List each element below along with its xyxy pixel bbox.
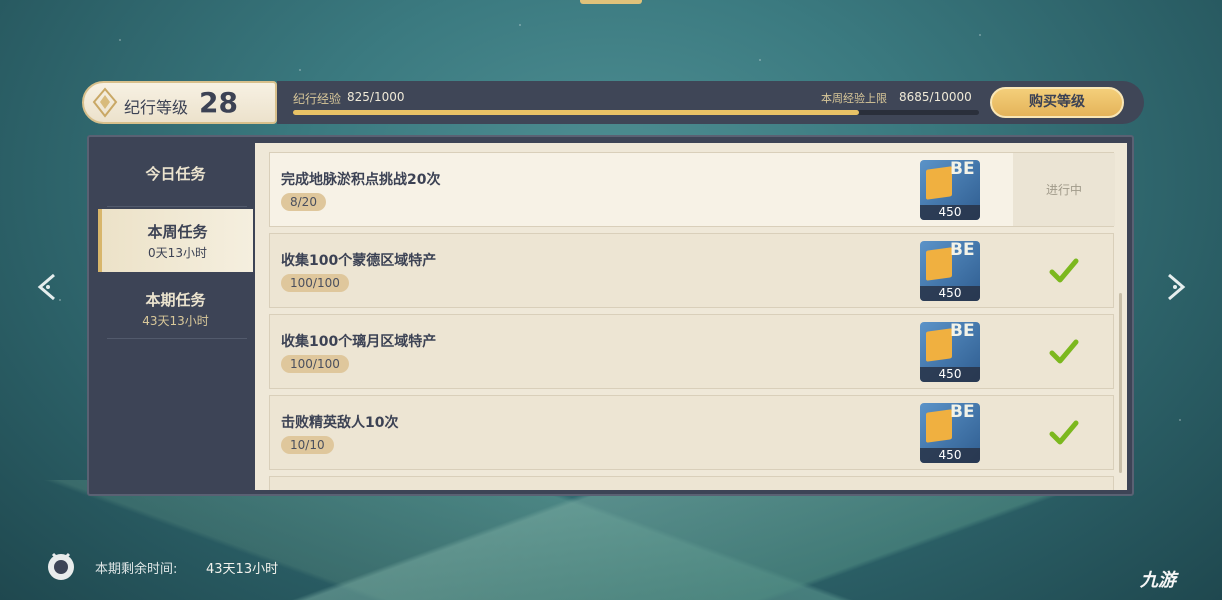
mission-status [1013,396,1115,469]
reward-amount: 450 [920,286,980,301]
exp-progress-fill [293,110,859,115]
mission-progress: 10/10 [281,436,334,454]
checkmark-icon [1049,258,1079,283]
weekly-cap-value: 8685/10000 [899,90,972,104]
exp-value: 825/1000 [347,90,405,104]
tab-divider [107,206,247,207]
battle-pass-header: 纪行等级 28 纪行经验 825/1000 本周经验上限 8685/10000 … [82,81,1144,124]
next-page-arrow-icon[interactable] [1163,272,1187,302]
mission-status: 进行中 [1013,153,1115,226]
level-box: 纪行等级 28 [82,81,277,124]
mission-progress: 100/100 [281,274,349,292]
tab-label: 本周任务 [147,223,208,241]
battle-pass-emblem-icon [92,87,118,118]
timer-icon [48,552,74,580]
background-mountains [0,480,1222,600]
missions-panel: 今日任务 本周任务 0天13小时 本期任务 43天13小时 完成地脉淤积点挑战2… [87,135,1134,496]
exp-reward-icon: BE 450 [920,241,980,301]
level-label: 纪行等级 [124,98,189,117]
exp-reward-icon: BE 450 [920,322,980,382]
watermark-logo: 九游 [1140,570,1176,591]
tab-label: 本期任务 [145,291,206,309]
mission-row: 收集100个璃月区域特产 100/100 BE 450 [269,314,1114,389]
checkmark-icon [1049,420,1079,445]
status-in-progress: 进行中 [1045,183,1082,197]
exp-reward-icon: BE 450 [920,160,980,220]
tab-weekly[interactable]: 本周任务 0天13小时 [98,209,253,272]
checkmark-icon [1049,339,1079,364]
weekly-cap-label: 本周经验上限 [821,92,887,105]
mission-row: 完成地脉淤积点挑战20次 8/20 BE 450 进行中 [269,152,1115,227]
book-icon [926,409,952,443]
remaining-time-label: 本期剩余时间: [95,562,178,577]
mission-row: 击败精英敌人10次 10/10 BE 450 [269,395,1114,470]
mission-list[interactable]: 完成地脉淤积点挑战20次 8/20 BE 450 进行中 收集100个蒙德区域特… [255,143,1127,490]
mission-title: 收集100个璃月区域特产 [281,334,437,350]
exp-bar: 纪行经验 825/1000 本周经验上限 8685/10000 购买等级 [277,81,1144,124]
tab-daily[interactable]: 今日任务 [98,143,253,206]
tab-season[interactable]: 本期任务 43天13小时 [98,277,253,340]
mission-row-partial [269,476,1114,490]
book-icon [926,247,952,281]
mission-status [1013,234,1115,307]
tab-timer: 0天13小时 [148,246,207,260]
exp-reward-icon: BE 450 [920,403,980,463]
mission-row: 收集100个蒙德区域特产 100/100 BE 450 [269,233,1114,308]
reward-letters: BE [950,322,975,341]
remaining-time-value: 43天13小时 [206,562,279,577]
mission-title: 收集100个蒙德区域特产 [281,253,437,269]
level-value: 28 [199,86,238,119]
mission-title: 完成地脉淤积点挑战20次 [281,172,441,188]
mission-progress: 100/100 [281,355,349,373]
buy-level-button[interactable]: 购买等级 [990,87,1124,118]
previous-page-arrow-icon[interactable] [36,272,60,302]
exp-label: 纪行经验 [293,92,342,106]
mission-title: 击败精英敌人10次 [281,415,399,431]
list-scrollbar[interactable] [1119,293,1122,473]
mission-status [1013,315,1115,388]
reward-amount: 450 [920,367,980,382]
top-indicator [580,0,642,4]
tab-label: 今日任务 [145,165,206,183]
book-icon [926,328,952,362]
reward-amount: 450 [920,448,980,463]
book-icon [926,166,952,200]
reward-amount: 450 [920,205,980,220]
mission-progress: 8/20 [281,193,326,211]
reward-letters: BE [950,241,975,260]
reward-letters: BE [950,403,975,422]
tab-divider [107,338,247,339]
reward-letters: BE [950,160,975,179]
tab-timer: 43天13小时 [142,314,209,328]
exp-progress-track [293,110,979,115]
